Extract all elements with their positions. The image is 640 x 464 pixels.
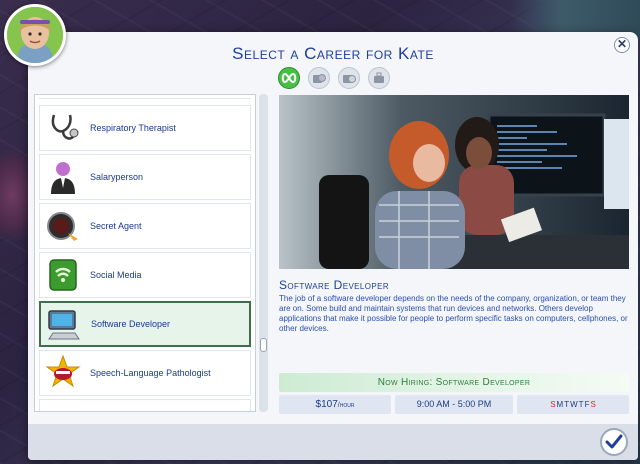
day-thursday: T [578,400,584,409]
checkmark-icon [605,434,623,449]
list-item-partial-top [39,95,251,99]
list-item-label: Secret Agent [90,221,142,231]
list-item-social-media[interactable]: Social Media [39,252,251,298]
list-item-label: Salaryperson [90,172,144,182]
close-button[interactable]: ✕ [614,37,630,53]
career-dialog: Select a Career for Kate ✕ Respiratory T… [28,32,638,460]
part-time-filter-button[interactable] [338,67,360,89]
pay-rate: $107/hour [279,395,391,414]
wifi-phone-icon [40,253,86,297]
list-item-label: Software Developer [91,319,171,329]
list-item-salaryperson[interactable]: Salaryperson [39,154,251,200]
day-tuesday: T [564,400,570,409]
list-item-label: Respiratory Therapist [90,123,176,133]
briefcase-half-clock-icon [343,75,356,83]
day-sunday: S [550,400,556,409]
sim-avatar[interactable] [4,4,66,66]
scrollbar-thumb[interactable] [260,338,267,352]
stethoscope-icon [40,106,86,150]
freelance-filter-button[interactable] [368,67,390,89]
watch-gadget-icon [40,204,86,248]
work-hours: 9:00 AM - 5:00 PM [395,395,513,414]
list-item-label: Social Media [90,270,142,280]
career-detail-description: The job of a software developer depends … [279,294,628,333]
list-item-software-developer[interactable]: Software Developer [39,301,251,347]
day-saturday: S [590,400,596,409]
dialog-title: Select a Career for Kate [232,44,434,63]
list-item-secret-agent[interactable]: Secret Agent [39,203,251,249]
career-photo [279,95,629,269]
infinity-icon [281,73,297,83]
day-wednesday: W [570,400,578,409]
mouth-speech-icon [40,351,86,395]
freelance-briefcase-icon [374,72,384,83]
career-detail-title: Software Developer [279,278,390,292]
dialog-footer [28,424,638,460]
list-item-partial-bottom [39,399,251,411]
now-hiring-banner: Now Hiring: Software Developer [279,373,629,392]
work-days: SMTWTFS [517,395,629,414]
list-item-label: Speech-Language Pathologist [90,368,211,378]
pay-amount: $107 [315,399,338,410]
list-item-speech-language-pathologist[interactable]: Speech-Language Pathologist [39,350,251,396]
career-list-scrollbar[interactable] [259,94,268,412]
briefcase-person-icon [40,155,86,199]
briefcase-clock-icon [313,74,326,83]
pay-unit: /hour [337,402,355,409]
career-list[interactable]: Respiratory Therapist Salaryperson Secre… [34,94,256,412]
list-item-respiratory-therapist[interactable]: Respiratory Therapist [39,105,251,151]
full-time-filter-button[interactable] [308,67,330,89]
computer-icon [41,302,87,346]
day-monday: M [556,400,564,409]
day-friday: F [584,400,590,409]
all-careers-filter-button[interactable] [278,67,300,89]
confirm-button[interactable] [600,428,628,456]
